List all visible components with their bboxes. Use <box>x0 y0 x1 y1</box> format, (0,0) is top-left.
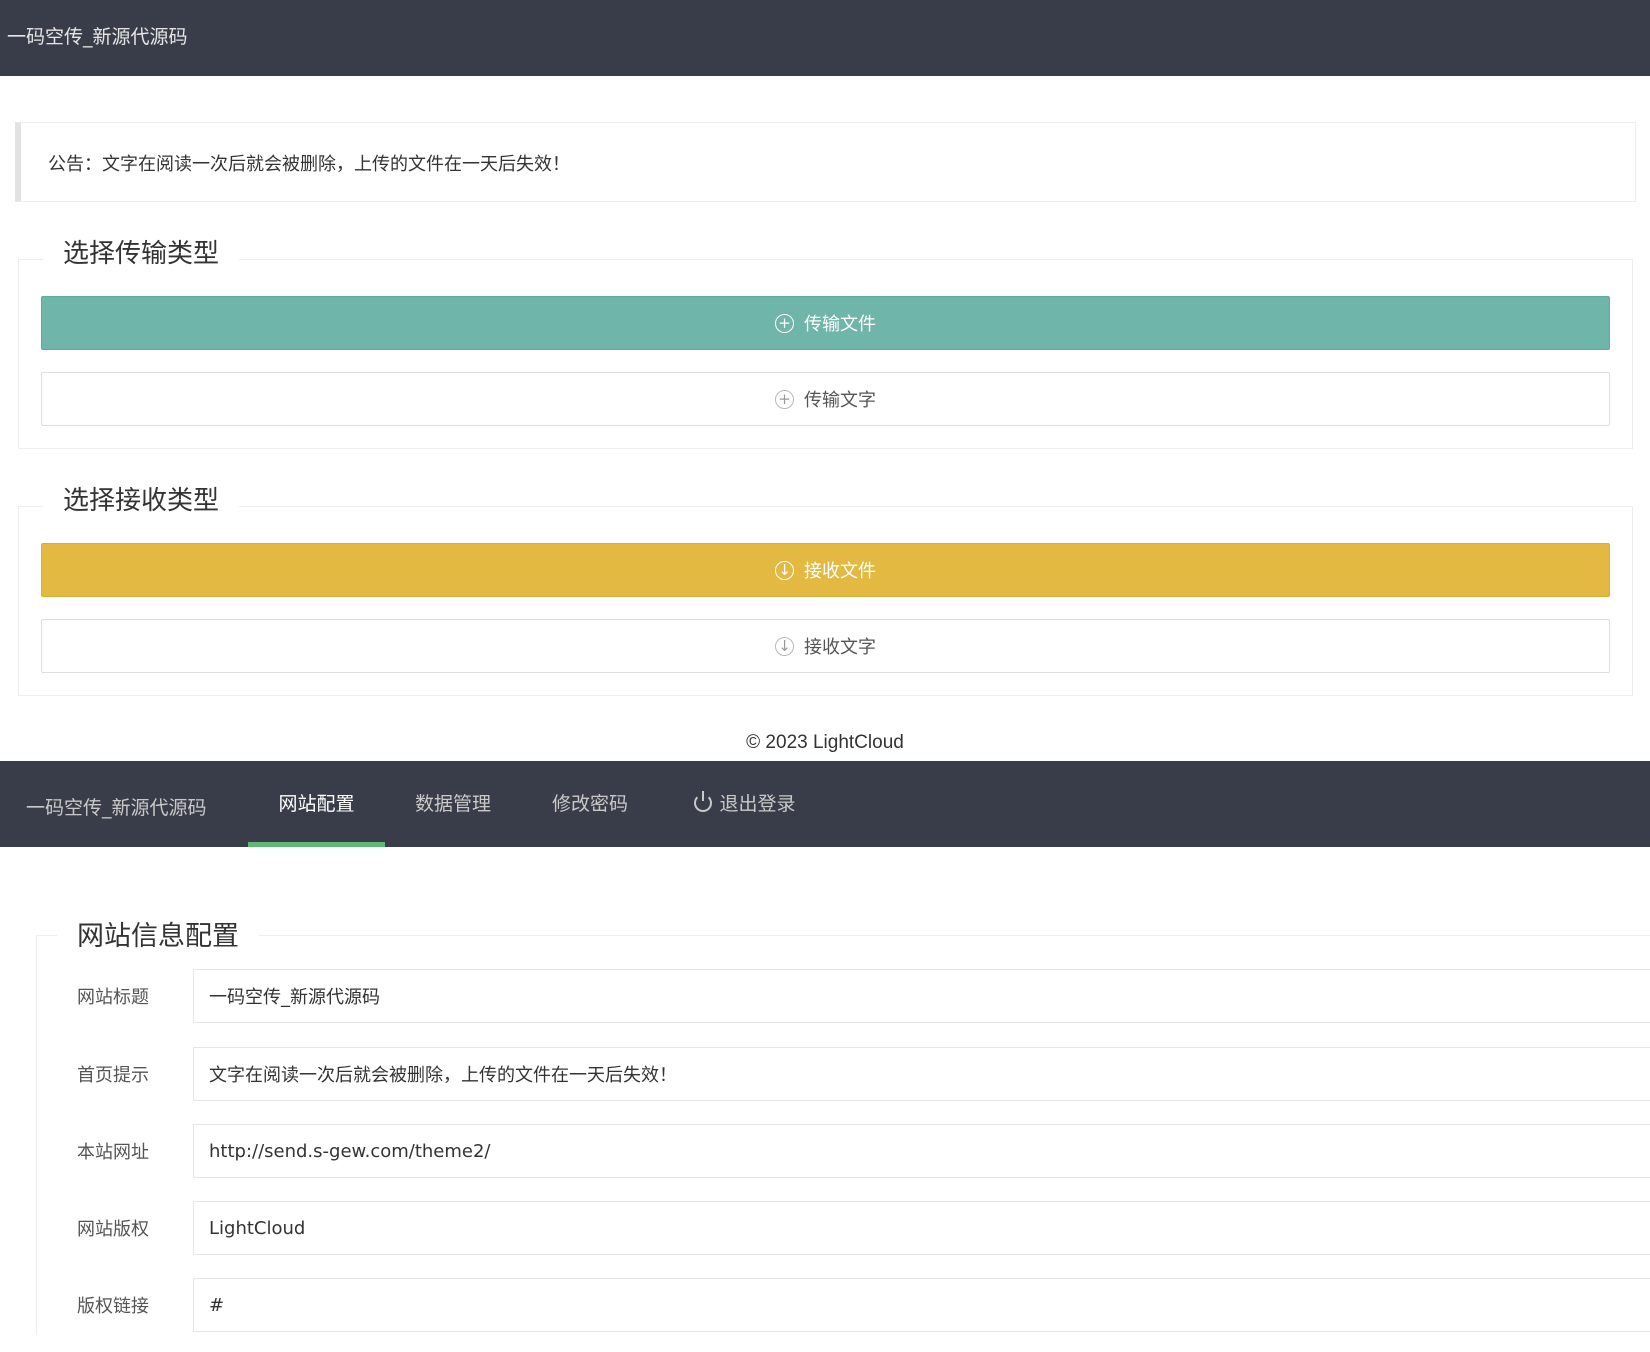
top-header: 一码空传_新源代源码 <box>0 0 1650 76</box>
site-url-input[interactable] <box>193 1124 1650 1178</box>
nav-item-change-password[interactable]: 修改密码 <box>530 761 650 847</box>
home-notice-input[interactable] <box>193 1047 1650 1101</box>
nav-item-data-management[interactable]: 数据管理 <box>393 761 513 847</box>
send-file-button[interactable]: + 传输文件 <box>41 296 1610 350</box>
admin-header: 一码空传_新源代源码 网站配置 数据管理 修改密码 退出登录 <box>0 761 1650 847</box>
send-type-fieldset: 选择传输类型 + 传输文件 + 传输文字 <box>18 233 1633 449</box>
send-text-button[interactable]: + 传输文字 <box>41 372 1610 426</box>
form-row-copyright-link: 版权链接 <box>37 1278 1650 1332</box>
copyright-link-input[interactable] <box>193 1278 1650 1332</box>
site-info-fieldset: 网站信息配置 网站标题 首页提示 本站网址 网站版权 版权链接 <box>36 914 1650 1335</box>
nav-item-site-config[interactable]: 网站配置 <box>248 761 385 847</box>
site-info-legend: 网站信息配置 <box>57 914 259 953</box>
copyright-link-label: 版权链接 <box>77 1296 149 1317</box>
receive-type-legend: 选择接收类型 <box>43 480 240 517</box>
send-file-label: 传输文件 <box>804 314 876 335</box>
nav-item-logout[interactable]: 退出登录 <box>680 761 810 847</box>
receive-text-label: 接收文字 <box>804 637 876 658</box>
receive-file-button[interactable]: ↓ 接收文件 <box>41 543 1610 597</box>
plus-circle-icon: + <box>775 389 794 409</box>
power-icon <box>694 791 713 812</box>
copyright-input[interactable] <box>193 1201 1650 1255</box>
copyright-footer: © 2023 LightCloud <box>746 732 904 753</box>
plus-circle-icon: + <box>775 313 794 333</box>
form-row-site-url: 本站网址 <box>37 1124 1650 1178</box>
notice-box: 公告：文字在阅读一次后就会被删除，上传的文件在一天后失效！ <box>15 122 1636 202</box>
nav-item-label: 修改密码 <box>551 793 628 815</box>
download-circle-icon: ↓ <box>775 636 794 656</box>
site-title-label: 网站标题 <box>77 987 149 1008</box>
nav-item-label: 网站配置 <box>278 793 355 815</box>
receive-file-label: 接收文件 <box>804 561 876 582</box>
form-row-site-title: 网站标题 <box>37 969 1650 1023</box>
download-circle-icon: ↓ <box>775 560 794 580</box>
form-row-copyright: 网站版权 <box>37 1201 1650 1255</box>
notice-text: 公告：文字在阅读一次后就会被删除，上传的文件在一天后失效！ <box>48 154 570 175</box>
admin-logo[interactable]: 一码空传_新源代源码 <box>26 793 207 820</box>
copyright-label: 网站版权 <box>77 1219 149 1240</box>
nav-item-label: 退出登录 <box>719 793 796 815</box>
send-text-label: 传输文字 <box>804 390 876 411</box>
receive-type-fieldset: 选择接收类型 ↓ 接收文件 ↓ 接收文字 <box>18 480 1633 696</box>
nav-item-label: 数据管理 <box>414 793 491 815</box>
site-logo[interactable]: 一码空传_新源代源码 <box>7 22 188 49</box>
site-title-input[interactable] <box>193 969 1650 1023</box>
send-type-legend: 选择传输类型 <box>43 233 240 270</box>
home-notice-label: 首页提示 <box>77 1065 149 1086</box>
form-row-home-notice: 首页提示 <box>37 1047 1650 1101</box>
site-url-label: 本站网址 <box>77 1142 149 1163</box>
receive-text-button[interactable]: ↓ 接收文字 <box>41 619 1610 673</box>
